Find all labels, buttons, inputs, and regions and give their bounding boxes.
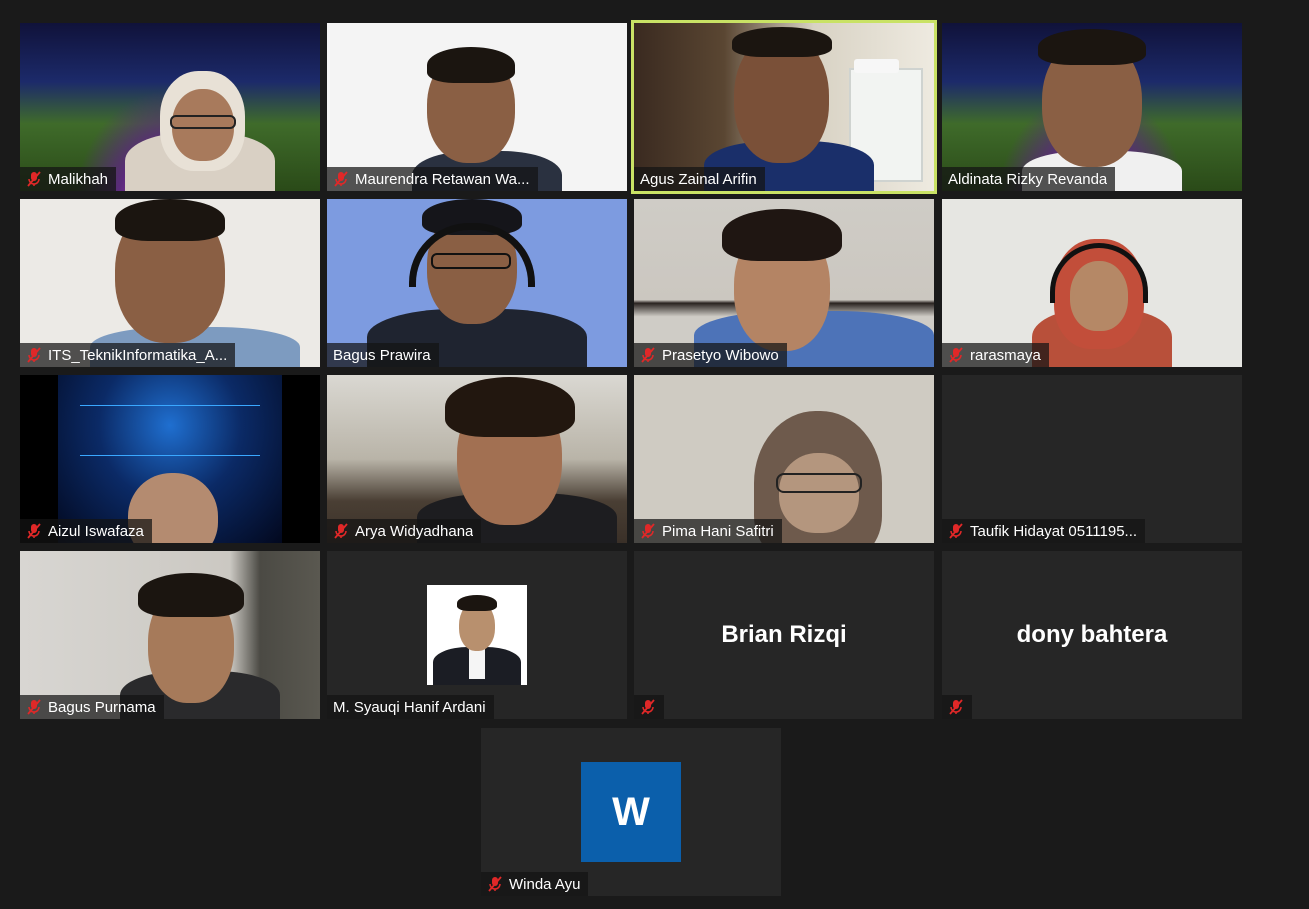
microphone-muted-icon [641, 523, 655, 539]
microphone-muted-icon [27, 699, 41, 715]
participant-name: Agus Zainal Arifin [640, 170, 757, 188]
participant-nametag: Arya Widyadhana [327, 519, 482, 543]
participant-name: Aldinata Rizky Revanda [948, 170, 1108, 188]
participant-video-off [942, 375, 1242, 543]
participant-nametag: ITS_TeknikInformatika_A... [20, 343, 236, 367]
participant-nametag: Pima Hani Safitri [634, 519, 782, 543]
participant-display-name: Brian Rizqi [721, 621, 847, 648]
participant-tile-dony[interactable]: dony bahtera [942, 551, 1242, 719]
profile-photo [427, 585, 527, 685]
participant-video [20, 551, 320, 719]
microphone-muted-icon [27, 523, 41, 539]
participant-nametag: M. Syauqi Hanif Ardani [327, 695, 494, 719]
participant-nametag: Aldinata Rizky Revanda [942, 167, 1116, 191]
participant-video [634, 23, 934, 191]
participant-video [327, 23, 627, 191]
microphone-muted-icon [488, 876, 502, 892]
participant-tile-arya[interactable]: Arya Widyadhana [327, 375, 627, 543]
participant-tile-m-syauqi[interactable]: M. Syauqi Hanif Ardani [327, 551, 627, 719]
participant-name: Arya Widyadhana [355, 522, 474, 540]
participant-nametag [942, 695, 972, 719]
participant-video [634, 375, 934, 543]
participant-nametag: Aizul Iswafaza [20, 519, 152, 543]
microphone-muted-icon [641, 347, 655, 363]
participant-tile-malikhah[interactable]: Malikhah [20, 23, 320, 191]
participant-video [327, 375, 627, 543]
participant-name: Malikhah [48, 170, 109, 188]
video-gallery: Malikhah Maurendra Retawan Wa... Agus Za… [0, 0, 1309, 909]
microphone-muted-icon [334, 171, 348, 187]
participant-video [20, 199, 320, 367]
participant-nametag: Agus Zainal Arifin [634, 167, 765, 191]
participant-tile-maurendra[interactable]: Maurendra Retawan Wa... [327, 23, 627, 191]
participant-name: Maurendra Retawan Wa... [355, 170, 530, 188]
participant-tile-prasetyo[interactable]: Prasetyo Wibowo [634, 199, 934, 367]
participant-nametag: rarasmaya [942, 343, 1049, 367]
participant-video [942, 199, 1242, 367]
participant-tile-aldinata[interactable]: Aldinata Rizky Revanda [942, 23, 1242, 191]
participant-tile-bagus-prawira[interactable]: Bagus Prawira [327, 199, 627, 367]
participant-nametag: Winda Ayu [481, 872, 589, 896]
avatar: W [581, 762, 681, 862]
participant-nametag: Bagus Purnama [20, 695, 164, 719]
participant-name: Taufik Hidayat 0511195... [970, 522, 1138, 540]
microphone-muted-icon [949, 699, 963, 715]
participant-video [20, 375, 320, 543]
participant-tile-aizul[interactable]: Aizul Iswafaza [20, 375, 320, 543]
participant-name: Pima Hani Safitri [662, 522, 774, 540]
participant-video [942, 23, 1242, 191]
participant-display-name: dony bahtera [1016, 621, 1168, 648]
microphone-muted-icon [949, 523, 963, 539]
participant-name: Bagus Prawira [333, 346, 431, 364]
participant-name: Bagus Purnama [48, 698, 156, 716]
microphone-muted-icon [27, 171, 41, 187]
participant-tile-its-teknik[interactable]: ITS_TeknikInformatika_A... [20, 199, 320, 367]
microphone-muted-icon [641, 699, 655, 715]
participant-name: rarasmaya [970, 346, 1041, 364]
participant-nametag: Bagus Prawira [327, 343, 439, 367]
participant-nametag: Maurendra Retawan Wa... [327, 167, 538, 191]
participant-name: M. Syauqi Hanif Ardani [333, 698, 486, 716]
participant-video [634, 199, 934, 367]
microphone-muted-icon [949, 347, 963, 363]
participant-tile-taufik[interactable]: Taufik Hidayat 0511195... [942, 375, 1242, 543]
participant-name: Prasetyo Wibowo [662, 346, 779, 364]
participant-nametag: Malikhah [20, 167, 117, 191]
participant-video [20, 23, 320, 191]
microphone-muted-icon [334, 523, 348, 539]
participant-name: Aizul Iswafaza [48, 522, 144, 540]
participant-nametag [634, 695, 664, 719]
participant-tile-bagus-purnama[interactable]: Bagus Purnama [20, 551, 320, 719]
participant-tile-winda[interactable]: W Winda Ayu [481, 728, 781, 896]
participant-tile-pima[interactable]: Pima Hani Safitri [634, 375, 934, 543]
participant-video [327, 199, 627, 367]
participant-name: Winda Ayu [509, 875, 581, 893]
participant-nametag: Prasetyo Wibowo [634, 343, 787, 367]
microphone-muted-icon [27, 347, 41, 363]
participant-tile-brian[interactable]: Brian Rizqi [634, 551, 934, 719]
participant-nametag: Taufik Hidayat 0511195... [942, 519, 1146, 543]
participant-name: ITS_TeknikInformatika_A... [48, 346, 228, 364]
participant-tile-rarasmaya[interactable]: rarasmaya [942, 199, 1242, 367]
participant-tile-agus-active-speaker[interactable]: Agus Zainal Arifin [631, 20, 937, 194]
